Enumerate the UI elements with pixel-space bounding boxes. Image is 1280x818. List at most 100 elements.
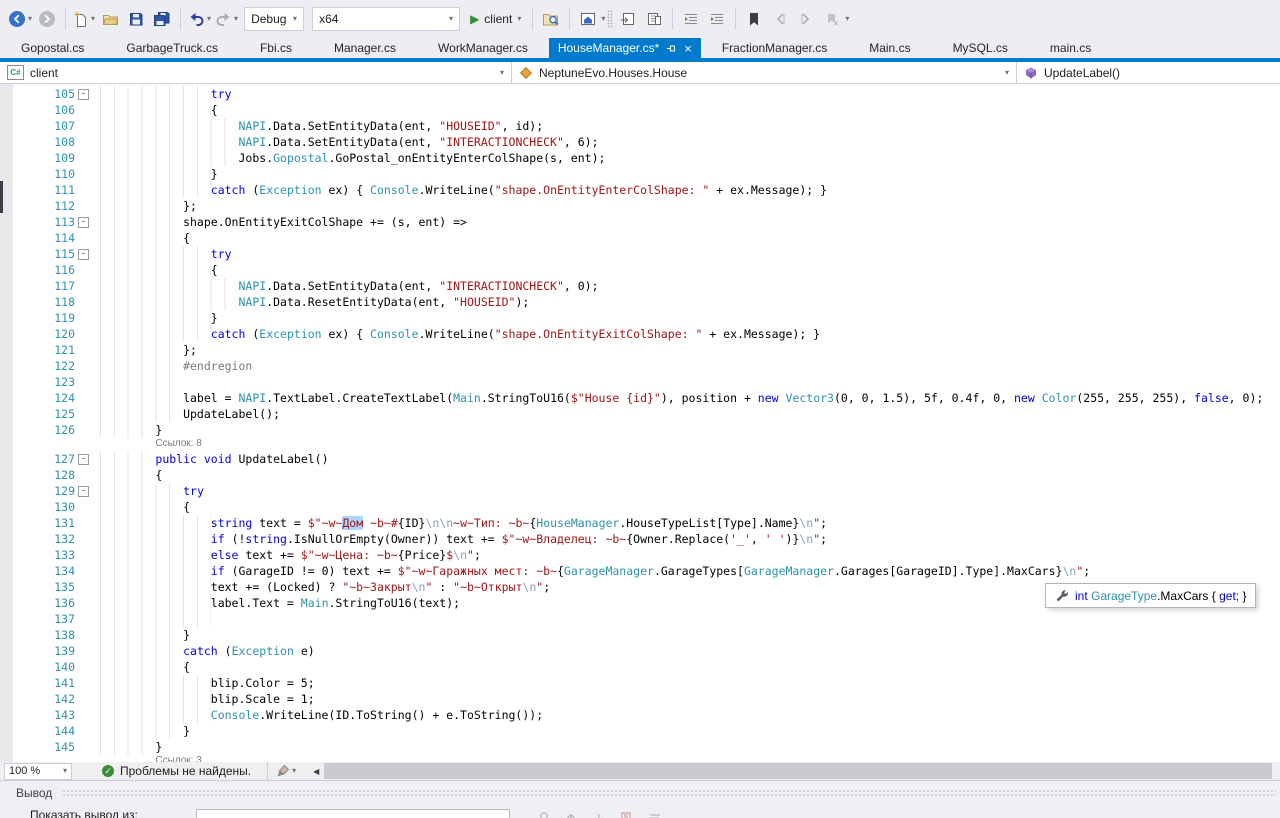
code-line-119[interactable]: 119 } (0, 310, 1280, 326)
code-line-128[interactable]: 128 { (0, 467, 1280, 483)
member-dropdown[interactable]: UpdateLabel() (1017, 62, 1280, 83)
code-line-134[interactable]: 134 if (GarageID != 0) text += $"~w~Гара… (0, 563, 1280, 579)
code-line-108[interactable]: 108 NAPI.Data.SetEntityData(ent, "INTERA… (0, 134, 1280, 150)
word-wrap-icon[interactable] (648, 811, 662, 818)
code-line-121[interactable]: 121 }; (0, 342, 1280, 358)
toggle-bookmark-button[interactable] (741, 6, 767, 32)
preview-selected-items-button[interactable] (641, 6, 667, 32)
save-button[interactable] (123, 6, 149, 32)
solution-configuration-dropdown[interactable]: Debug ▾ (244, 7, 304, 31)
collapse-region-icon[interactable]: - (78, 454, 89, 465)
chevron-down-icon[interactable]: ▾ (207, 15, 211, 23)
chevron-down-icon[interactable]: ▾ (28, 15, 32, 23)
code-line-107[interactable]: 107 NAPI.Data.SetEntityData(ent, "HOUSEI… (0, 118, 1280, 134)
next-bookmark-button[interactable] (793, 6, 819, 32)
code-line-109[interactable]: 109 Jobs.Gopostal.GoPostal_onEntityEnter… (0, 150, 1280, 166)
undo-button[interactable]: ▾ (186, 6, 213, 32)
horizontal-scrollbar[interactable] (322, 762, 1280, 780)
code-line-142[interactable]: 142 blip.Scale = 1; (0, 691, 1280, 707)
navigate-forward-button[interactable] (34, 6, 60, 32)
code-line-111[interactable]: 111 catch (Exception ex) { Console.Write… (0, 182, 1280, 198)
next-message-icon[interactable] (592, 811, 606, 818)
tab-fbi-cs[interactable]: Fbi.cs (239, 38, 313, 58)
tab-fractionmanager-cs[interactable]: FractionManager.cs (701, 38, 848, 58)
close-tab-button[interactable]: × (684, 41, 692, 56)
collapse-region-icon[interactable]: - (78, 486, 89, 497)
open-file-button[interactable] (97, 6, 123, 32)
code-line-116[interactable]: 116 { (0, 262, 1280, 278)
tab-mysql-cs[interactable]: MySQL.cs (932, 38, 1029, 58)
code-line-145[interactable]: 145 } (0, 739, 1280, 755)
redo-button[interactable]: ▾ (213, 6, 240, 32)
new-item-button[interactable]: ▾ (71, 6, 97, 32)
chevron-down-icon[interactable]: ▾ (517, 15, 521, 23)
horizontal-scrollbar-thumb[interactable] (324, 763, 1272, 779)
chevron-down-icon[interactable]: ▾ (292, 767, 296, 775)
output-panel-header[interactable]: Вывод (0, 781, 1280, 800)
collapse-region-icon[interactable]: - (78, 89, 89, 100)
code-line-125[interactable]: 125 UpdateLabel(); (0, 406, 1280, 422)
solution-explorer-home-button[interactable] (575, 6, 601, 32)
chevron-down-icon[interactable]: ▾ (601, 15, 605, 23)
clear-bookmarks-button[interactable] (819, 6, 845, 32)
output-source-dropdown[interactable] (196, 809, 510, 818)
code-line-114[interactable]: 114 { (0, 230, 1280, 246)
code-line-139[interactable]: 139 catch (Exception e) (0, 643, 1280, 659)
tab-gopostal-cs[interactable]: Gopostal.cs (0, 38, 105, 58)
code-editor[interactable]: 105- try106 {107 NAPI.Data.SetEntityData… (0, 84, 1280, 762)
previous-message-icon[interactable] (564, 811, 578, 818)
code-line-140[interactable]: 140 { (0, 659, 1280, 675)
chevron-down-icon[interactable]: ▾ (91, 15, 95, 23)
code-line-137[interactable]: 137 (0, 611, 1280, 627)
collapse-region-icon[interactable]: - (78, 217, 89, 228)
code-line-115[interactable]: 115- try (0, 246, 1280, 262)
find-message-icon[interactable] (538, 811, 550, 818)
tab-main-cs[interactable]: Main.cs (848, 38, 931, 58)
code-line-141[interactable]: 141 blip.Color = 5; (0, 675, 1280, 691)
code-line-144[interactable]: 144 } (0, 723, 1280, 739)
panel-drag-handle[interactable] (62, 789, 1276, 798)
codelens-references[interactable]: Ссылок: 8 (155, 438, 1280, 451)
start-debugging-button[interactable]: ▶ client ▾ (470, 12, 521, 26)
toolbar-grip-handle[interactable] (607, 10, 613, 28)
tab-housemanager-cs-[interactable]: HouseManager.cs*× (549, 38, 701, 58)
code-line-117[interactable]: 117 NAPI.Data.SetEntityData(ent, "INTERA… (0, 278, 1280, 294)
code-line-113[interactable]: 113- shape.OnEntityExitColShape += (s, e… (0, 214, 1280, 230)
clear-all-icon[interactable] (620, 811, 634, 818)
chevron-down-icon[interactable]: ▾ (845, 15, 849, 23)
chevron-down-icon[interactable]: ▾ (234, 15, 238, 23)
previous-bookmark-button[interactable] (767, 6, 793, 32)
code-line-122[interactable]: 122 #endregion (0, 358, 1280, 374)
editor-zoom-dropdown[interactable]: 100 % ▾ (4, 763, 72, 780)
scroll-left-arrow[interactable]: ◀ (313, 767, 319, 776)
code-line-138[interactable]: 138 } (0, 627, 1280, 643)
code-line-120[interactable]: 120 catch (Exception ex) { Console.Write… (0, 326, 1280, 342)
code-line-105[interactable]: 105- try (0, 86, 1280, 102)
project-dropdown[interactable]: C# client ▾ (0, 62, 512, 83)
tab-garbagetruck-cs[interactable]: GarbageTruck.cs (105, 38, 239, 58)
find-in-files-button[interactable] (538, 6, 564, 32)
code-line-133[interactable]: 133 else text += $"~w~Цена: ~b~{Price}$\… (0, 547, 1280, 563)
code-line-118[interactable]: 118 NAPI.Data.ResetEntityData(ent, "HOUS… (0, 294, 1280, 310)
type-dropdown[interactable]: NeptuneEvo.Houses.House ▾ (512, 62, 1017, 83)
tab-manager-cs[interactable]: Manager.cs (313, 38, 417, 58)
collapse-region-icon[interactable]: - (78, 249, 89, 260)
navigate-back-button[interactable]: ▾ (6, 6, 34, 32)
tab-workmanager-cs[interactable]: WorkManager.cs (417, 38, 549, 58)
increase-indent-button[interactable] (704, 6, 730, 32)
tab-main-cs[interactable]: main.cs (1029, 38, 1112, 58)
code-line-130[interactable]: 130 { (0, 499, 1280, 515)
code-line-143[interactable]: 143 Console.WriteLine(ID.ToString() + e.… (0, 707, 1280, 723)
code-line-127[interactable]: 127- public void UpdateLabel() (0, 451, 1280, 467)
code-line-106[interactable]: 106 { (0, 102, 1280, 118)
code-line-132[interactable]: 132 if (!string.IsNullOrEmpty(Owner)) te… (0, 531, 1280, 547)
code-line-123[interactable]: 123 (0, 374, 1280, 390)
code-line-124[interactable]: 124 label = NAPI.TextLabel.CreateTextLab… (0, 390, 1280, 406)
decrease-indent-button[interactable] (678, 6, 704, 32)
code-line-131[interactable]: 131 string text = $"~w~Дом ~b~#{ID}\n\n~… (0, 515, 1280, 531)
sync-with-active-document-button[interactable] (615, 6, 641, 32)
code-line-126[interactable]: 126 } (0, 422, 1280, 438)
solution-platform-dropdown[interactable]: x64 ▾ (312, 7, 460, 31)
codelens-references[interactable]: Ссылок: 3 (155, 755, 1280, 762)
save-all-button[interactable] (149, 6, 175, 32)
